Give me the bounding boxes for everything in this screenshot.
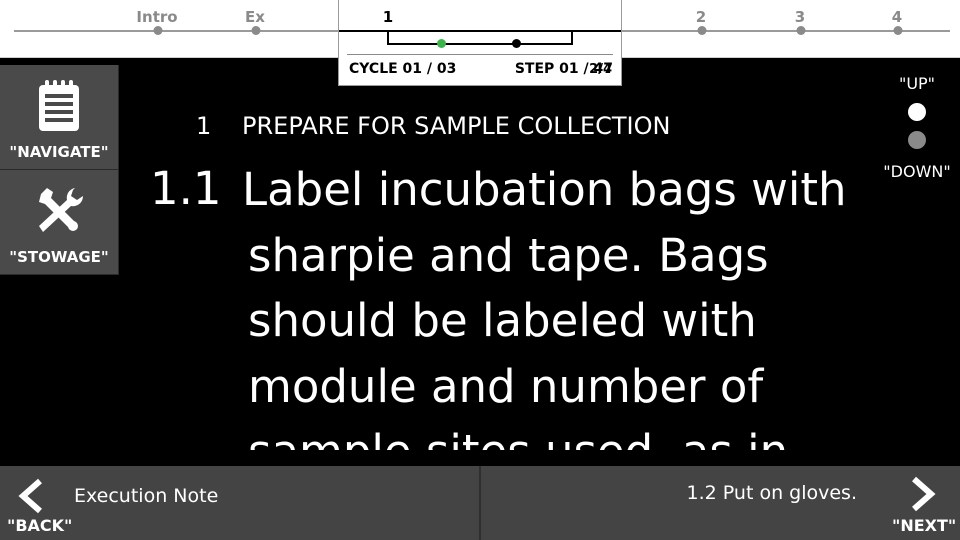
current-section-panel: 1 CYCLE 01 / 03 STEP 01 / 47 2/4 <box>338 0 622 86</box>
section-tick-3[interactable]: 3 <box>795 8 805 26</box>
previous-item-text: Execution Note <box>74 485 219 507</box>
step-marker <box>512 39 521 48</box>
section-number: 1 <box>196 112 212 140</box>
step-counter: STEP 01 / 47 2/4 <box>515 61 613 77</box>
next-button[interactable]: 1.2 Put on gloves. <box>481 466 960 540</box>
back-button[interactable]: "BACK" Execution Note <box>0 466 479 540</box>
focus-divider <box>347 54 613 55</box>
step-range-bracket <box>387 31 573 45</box>
procedure-content: 1 PREPARE FOR SAMPLE COLLECTION 1.1 Labe… <box>0 90 960 450</box>
step-instruction: Label incubation bags with sharpie and t… <box>242 157 892 450</box>
section-title: PREPARE FOR SAMPLE COLLECTION <box>242 112 671 140</box>
step-instruction-continued: sharpie and tape. Bags should be labeled… <box>248 228 788 451</box>
section-tick-2[interactable]: 2 <box>696 8 706 26</box>
section-tick-ex[interactable]: Ex <box>245 8 265 26</box>
chevron-right-icon <box>912 476 936 512</box>
section-tick-1[interactable]: 1 <box>383 8 393 26</box>
next-label: "NEXT" <box>892 516 957 535</box>
step-counter-overlay: 2/4 <box>589 62 612 77</box>
step-number: 1.1 <box>150 162 222 215</box>
section-dot-ex <box>251 26 261 35</box>
cycle-counter: CYCLE 01 / 03 <box>349 61 457 77</box>
section-dot-intro <box>153 26 163 35</box>
section-tick-intro[interactable]: Intro <box>136 8 177 26</box>
back-label: "BACK" <box>7 516 73 535</box>
next-item-text: 1.2 Put on gloves. <box>686 482 857 504</box>
section-dot-2 <box>697 26 707 35</box>
section-dot-4 <box>893 26 903 35</box>
step-instruction-line-1: Label incubation bags with <box>242 163 847 216</box>
footer-nav: "BACK" Execution Note 1.2 Put on gloves.… <box>0 466 960 540</box>
section-tick-4[interactable]: 4 <box>892 8 902 26</box>
section-dot-3 <box>796 26 806 35</box>
chevron-left-icon <box>18 478 42 514</box>
current-step-marker <box>437 39 446 48</box>
